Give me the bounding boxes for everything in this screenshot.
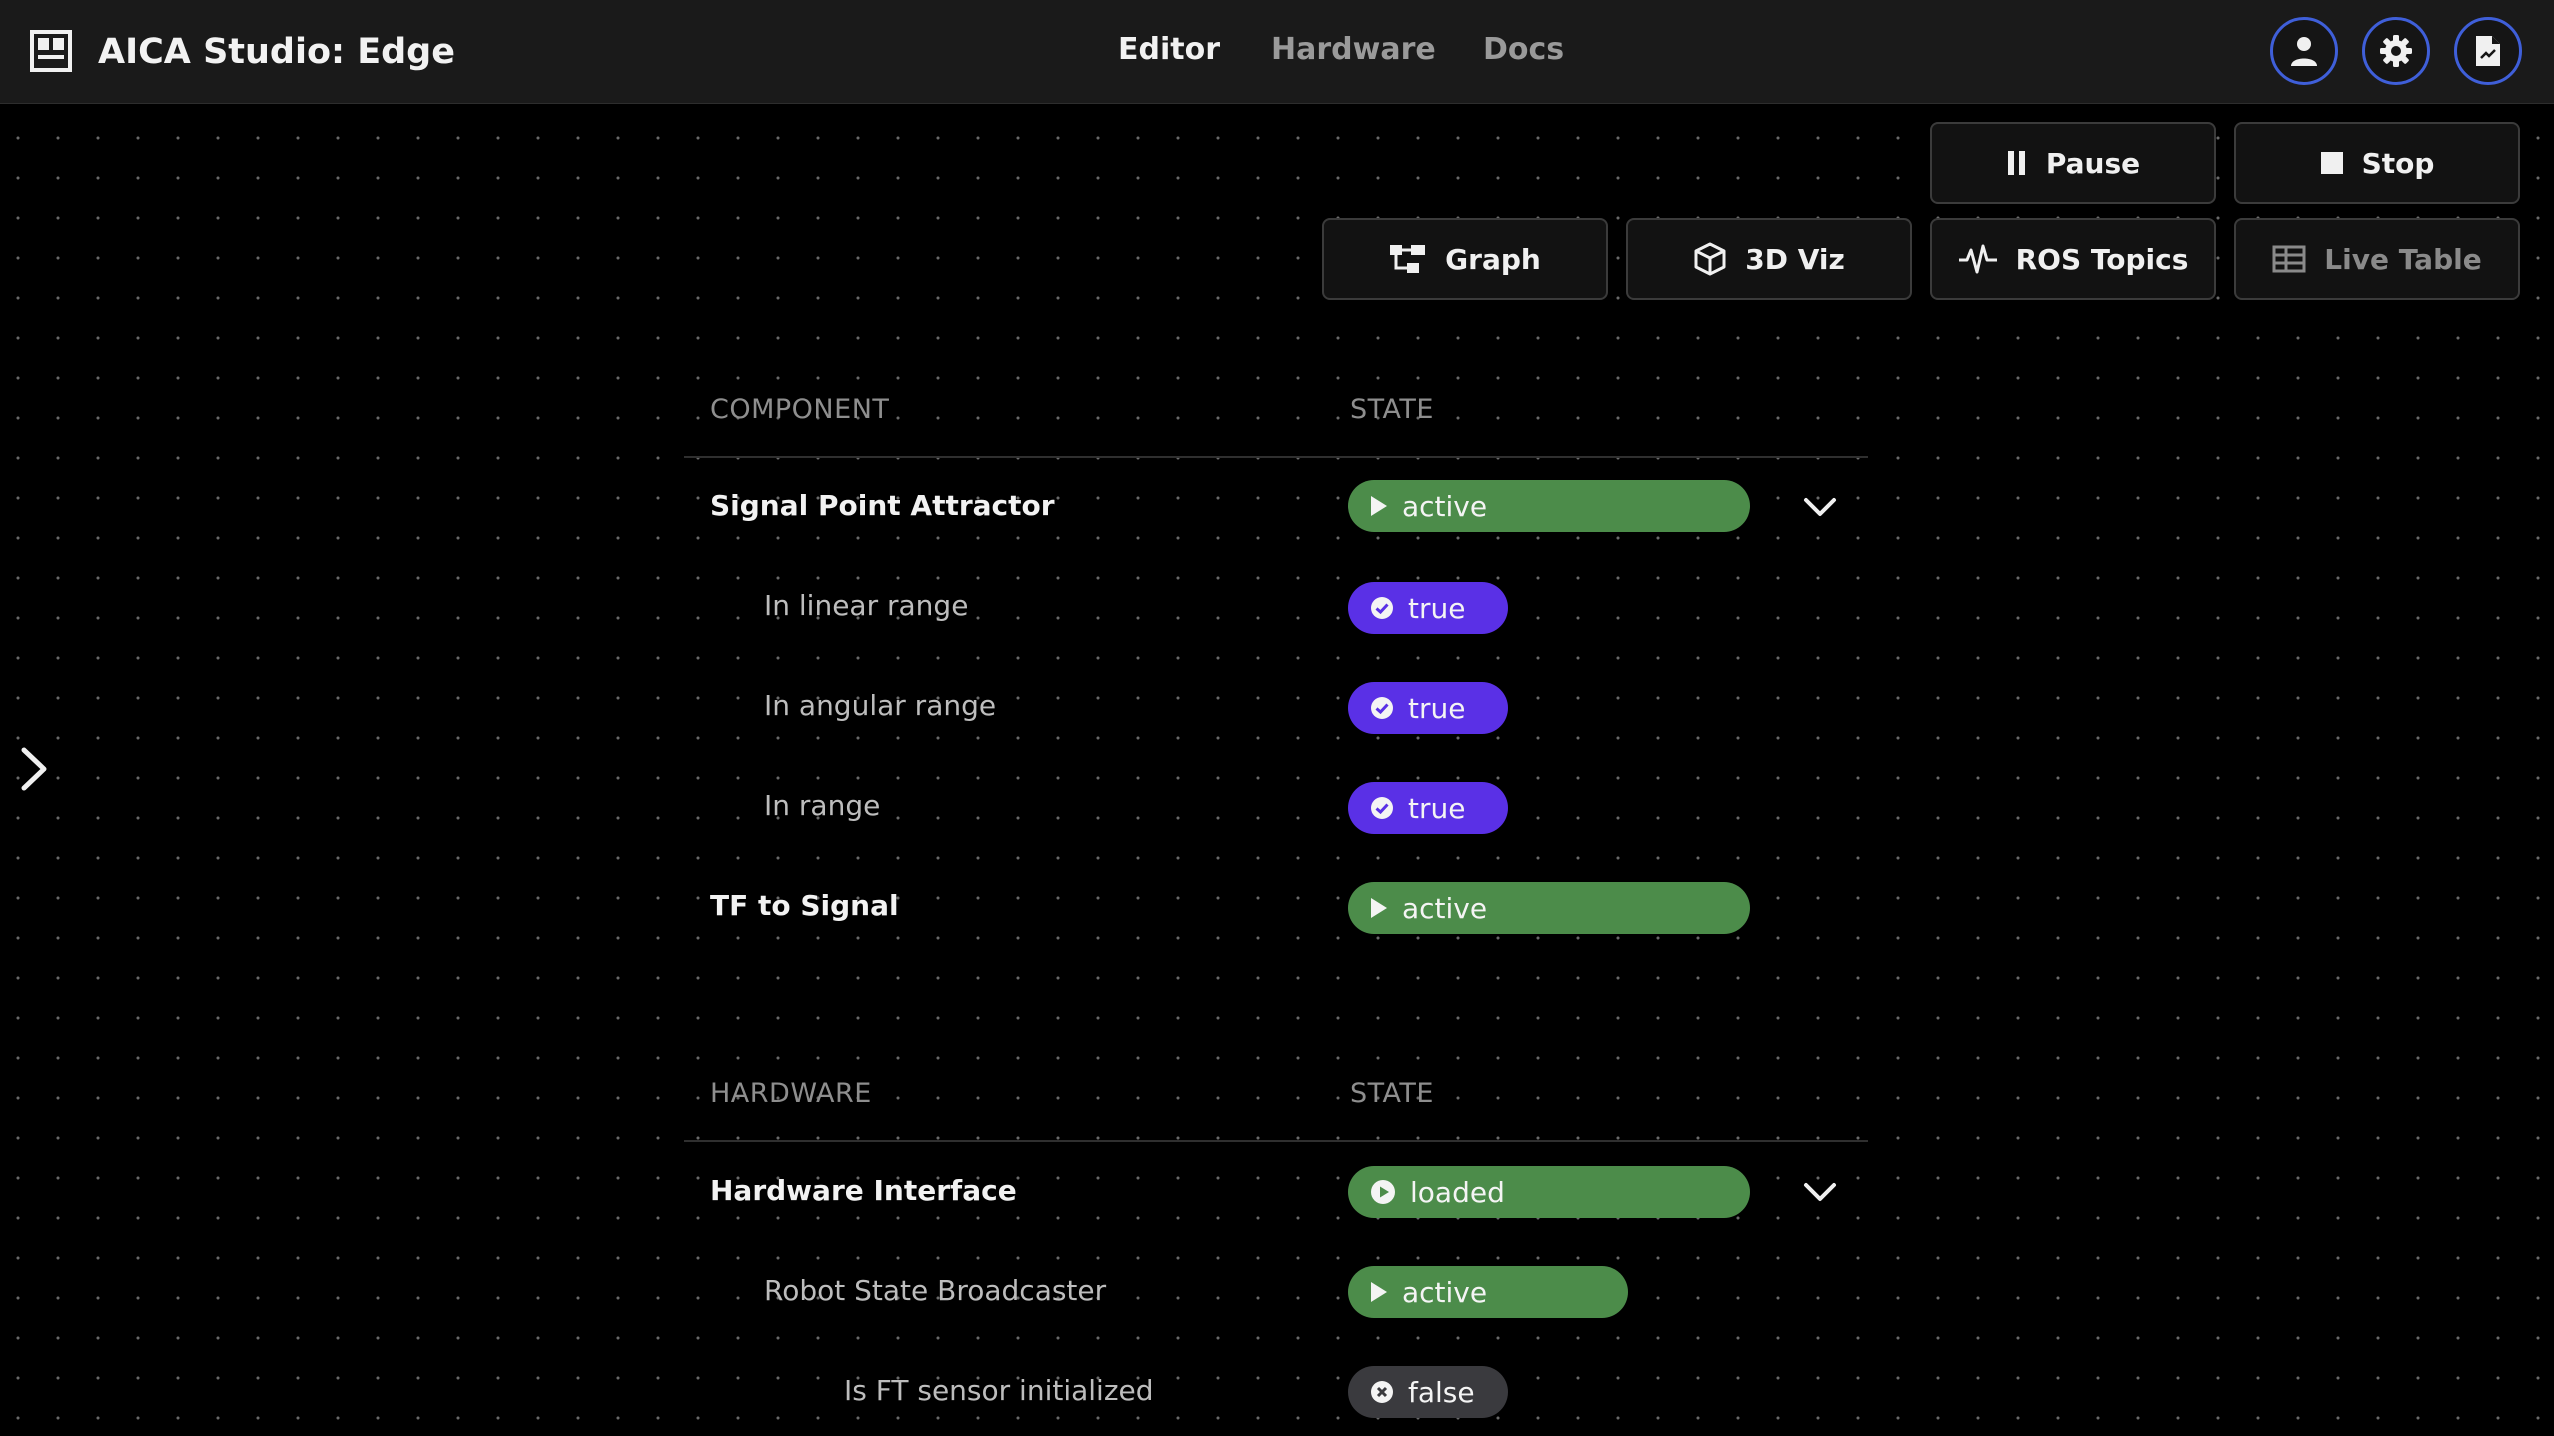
play-circle-icon <box>1371 1180 1395 1204</box>
top-bar: AICA Studio: Edge Editor Hardware Docs <box>0 0 2554 104</box>
predicate-name: In range <box>764 789 881 822</box>
table-divider <box>684 1140 1868 1142</box>
editor-canvas <box>0 104 2554 1436</box>
stop-icon <box>2320 152 2343 174</box>
status-badge: true <box>1348 582 1508 634</box>
stop-button[interactable]: Stop <box>2234 122 2520 204</box>
play-icon <box>1371 496 1387 516</box>
status-text: loaded <box>1410 1175 1505 1209</box>
play-icon <box>1371 898 1387 918</box>
status-text: true <box>1408 591 1466 625</box>
ros-topics-button[interactable]: ROS Topics <box>1930 218 2216 300</box>
hardware-name: Hardware Interface <box>710 1174 1017 1207</box>
live-table-button[interactable]: Live Table <box>2234 218 2520 300</box>
nav-docs[interactable]: Docs <box>1483 28 1564 72</box>
app-title: AICA Studio: Edge <box>98 32 455 72</box>
app-logo-icon <box>30 30 72 72</box>
status-text: true <box>1408 791 1466 825</box>
table-icon <box>2272 245 2306 273</box>
check-circle-icon <box>1371 597 1393 619</box>
nav-editor[interactable]: Editor <box>1118 28 1220 72</box>
table-divider <box>684 456 1868 458</box>
3d-viz-label: 3D Viz <box>1745 242 1845 276</box>
predicate-name: In angular range <box>764 689 997 722</box>
component-name: TF to Signal <box>710 889 899 922</box>
3d-viz-button[interactable]: 3D Viz <box>1626 218 1912 300</box>
state-column-header: STATE <box>1350 394 1434 425</box>
pause-icon <box>2007 151 2025 175</box>
status-text: active <box>1402 891 1488 925</box>
pause-label: Pause <box>2045 146 2141 180</box>
document-icon <box>2476 36 2500 66</box>
predicate-name: In linear range <box>764 589 969 622</box>
predicate-name: Is FT sensor initialized <box>844 1374 1154 1407</box>
status-text: active <box>1402 1275 1488 1309</box>
status-badge: active <box>1348 1266 1628 1318</box>
pause-button[interactable]: Pause <box>1930 122 2216 204</box>
pulse-icon <box>1958 244 1997 274</box>
status-badge: true <box>1348 782 1508 834</box>
status-badge: true <box>1348 682 1508 734</box>
live-table-label: Live Table <box>2324 242 2482 276</box>
check-circle-icon <box>1371 797 1393 819</box>
status-badge: loaded <box>1348 1166 1750 1218</box>
hardware-column-header: HARDWARE <box>710 1078 872 1109</box>
nav-hardware[interactable]: Hardware <box>1271 28 1436 72</box>
x-circle-icon <box>1371 1381 1393 1403</box>
status-badge: false <box>1348 1366 1508 1418</box>
stop-label: Stop <box>2361 146 2435 180</box>
status-text: active <box>1402 489 1488 523</box>
status-text: true <box>1408 691 1466 725</box>
component-name: Signal Point Attractor <box>710 489 1055 522</box>
ros-topics-label: ROS Topics <box>2015 242 2189 276</box>
state-column-header: STATE <box>1350 1078 1434 1109</box>
status-badge: active <box>1348 882 1750 934</box>
graph-icon <box>1390 245 1426 273</box>
chevron-down-icon[interactable] <box>1800 1172 1840 1212</box>
play-icon <box>1371 1282 1387 1302</box>
gear-icon <box>2380 35 2412 67</box>
component-column-header: COMPONENT <box>710 394 890 425</box>
status-text: false <box>1408 1375 1475 1409</box>
check-circle-icon <box>1371 697 1393 719</box>
document-button[interactable] <box>2454 17 2522 85</box>
user-icon <box>2291 37 2317 66</box>
graph-view-button[interactable]: Graph <box>1322 218 1608 300</box>
controller-name: Robot State Broadcaster <box>764 1274 1107 1307</box>
cube-icon <box>1694 242 1726 276</box>
chevron-down-icon[interactable] <box>1800 487 1840 527</box>
status-badge: active <box>1348 480 1750 532</box>
chevron-right-icon[interactable] <box>14 744 58 794</box>
user-button[interactable] <box>2270 17 2338 85</box>
graph-label: Graph <box>1445 242 1541 276</box>
settings-button[interactable] <box>2362 17 2430 85</box>
